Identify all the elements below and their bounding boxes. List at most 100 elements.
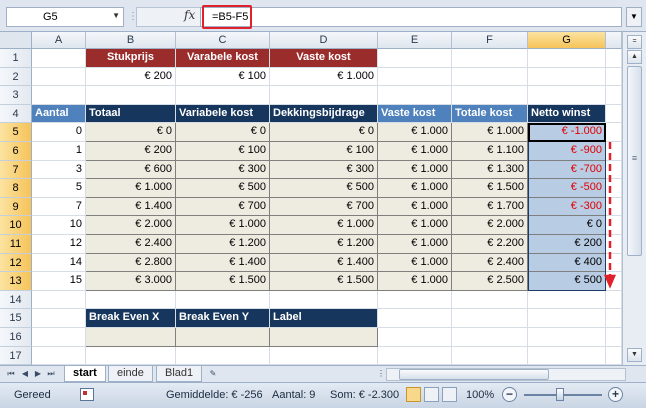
table-cell[interactable]: 0 [32, 123, 86, 142]
cell[interactable] [606, 179, 622, 198]
split-box-icon[interactable]: = [627, 35, 642, 49]
table-cell[interactable]: € 1.200 [270, 235, 378, 254]
cell[interactable] [176, 346, 270, 365]
column-header-a[interactable]: A [32, 32, 86, 49]
table-cell[interactable]: 3 [32, 160, 86, 180]
column-header-e[interactable]: E [378, 32, 452, 49]
cell[interactable] [32, 86, 86, 105]
netto-winst-cell[interactable]: € 500 [528, 272, 606, 291]
table-header-3[interactable]: Variabele kost [176, 104, 270, 124]
table-cell[interactable]: € 300 [270, 160, 378, 180]
cell[interactable] [606, 197, 622, 217]
cell[interactable] [32, 290, 86, 310]
table-cell[interactable]: € 1.000 [378, 216, 452, 235]
table-cell[interactable]: € 1.300 [452, 160, 528, 180]
table-header-2[interactable]: Totaal [86, 104, 176, 124]
scroll-up-icon[interactable]: ▲ [627, 50, 642, 64]
cell[interactable] [378, 328, 452, 347]
table-cell[interactable]: € 2.400 [452, 253, 528, 273]
netto-winst-cell[interactable]: € -500 [528, 179, 606, 198]
netto-winst-cell[interactable]: € 400 [528, 253, 606, 273]
break-even-header-1[interactable]: Break Even X [86, 309, 176, 328]
table-cell[interactable]: € 300 [176, 160, 270, 180]
cell[interactable] [452, 328, 528, 347]
table-cell[interactable]: € 500 [270, 179, 378, 198]
cell[interactable] [606, 235, 622, 254]
cell[interactable] [606, 49, 622, 68]
table-header-6[interactable]: Totale kost [452, 104, 528, 124]
break-even-header-3[interactable]: Label [270, 309, 378, 328]
table-header-4[interactable]: Dekkingsbijdrage [270, 104, 378, 124]
input-value-3[interactable]: € 1.000 [270, 67, 378, 87]
table-cell[interactable]: € 1.000 [378, 253, 452, 273]
last-sheet-icon[interactable]: ⏭ [46, 368, 56, 380]
expand-formula-bar-icon[interactable]: ▼ [626, 7, 642, 27]
table-cell[interactable]: € 1.500 [452, 179, 528, 198]
row-header-16[interactable]: 16 [0, 328, 32, 347]
table-cell[interactable]: € 500 [176, 179, 270, 198]
table-cell[interactable]: 14 [32, 253, 86, 273]
cell[interactable] [606, 346, 622, 365]
table-cell[interactable]: € 1.400 [86, 197, 176, 217]
cell[interactable] [528, 290, 606, 310]
table-cell[interactable]: 7 [32, 197, 86, 217]
cell[interactable] [528, 328, 606, 347]
table-cell[interactable]: € 1.000 [378, 235, 452, 254]
input-header-3[interactable]: Vaste kost [270, 49, 378, 68]
table-cell[interactable]: € 2.400 [86, 235, 176, 254]
column-header-f[interactable]: F [452, 32, 528, 49]
cell[interactable] [528, 86, 606, 105]
cell[interactable] [606, 216, 622, 235]
netto-winst-cell[interactable]: € -1.000 [528, 123, 606, 142]
row-header-4[interactable]: 4 [0, 104, 32, 124]
select-all-corner[interactable] [0, 32, 32, 49]
netto-winst-cell[interactable]: € 200 [528, 235, 606, 254]
table-cell[interactable]: € 3.000 [86, 272, 176, 291]
netto-winst-cell[interactable]: € -900 [528, 142, 606, 161]
cell[interactable] [606, 253, 622, 273]
vertical-scroll-thumb[interactable]: ≡ [627, 66, 642, 256]
cell[interactable] [270, 346, 378, 365]
row-header-12[interactable]: 12 [0, 253, 32, 273]
table-cell[interactable]: € 1.200 [176, 235, 270, 254]
cell[interactable] [32, 67, 86, 87]
cell[interactable] [452, 290, 528, 310]
column-header-g[interactable]: G [528, 32, 606, 49]
tab-einde[interactable]: einde [108, 366, 153, 382]
cell[interactable] [606, 160, 622, 180]
cell[interactable] [452, 346, 528, 365]
status-average[interactable]: Gemiddelde: € -256 [166, 389, 263, 401]
cell[interactable] [452, 309, 528, 328]
scroll-down-icon[interactable]: ▼ [627, 348, 642, 362]
name-box[interactable]: G5 ▼ [6, 7, 124, 27]
cell[interactable] [32, 49, 86, 68]
table-cell[interactable]: € 2.000 [452, 216, 528, 235]
status-sum[interactable]: Som: € -2.300 [330, 389, 399, 401]
tab-start[interactable]: start [64, 366, 106, 382]
row-header-3[interactable]: 3 [0, 86, 32, 105]
cell[interactable] [378, 309, 452, 328]
zoom-out-icon[interactable]: − [502, 387, 517, 402]
table-cell[interactable]: € 1.000 [378, 142, 452, 161]
break-even-value-3[interactable] [270, 328, 378, 347]
netto-winst-cell[interactable]: € -300 [528, 197, 606, 217]
input-header-1[interactable]: Stukprijs [86, 49, 176, 68]
cell[interactable] [452, 49, 528, 68]
cell[interactable] [606, 272, 622, 291]
cell[interactable] [86, 86, 176, 105]
cell[interactable] [528, 346, 606, 365]
table-cell[interactable]: € 1.000 [378, 123, 452, 142]
row-header-6[interactable]: 6 [0, 142, 32, 161]
table-cell[interactable]: € 1.500 [176, 272, 270, 291]
zoom-in-icon[interactable]: + [608, 387, 623, 402]
next-sheet-icon[interactable]: ▶ [33, 368, 43, 380]
cell[interactable] [528, 309, 606, 328]
row-header-7[interactable]: 7 [0, 160, 32, 180]
row-header-17[interactable]: 17 [0, 346, 32, 365]
row-header-11[interactable]: 11 [0, 235, 32, 254]
macro-record-icon[interactable] [80, 388, 94, 401]
page-layout-view-icon[interactable] [424, 387, 439, 402]
cell[interactable] [606, 67, 622, 87]
break-even-header-2[interactable]: Break Even Y [176, 309, 270, 328]
row-header-9[interactable]: 9 [0, 197, 32, 217]
